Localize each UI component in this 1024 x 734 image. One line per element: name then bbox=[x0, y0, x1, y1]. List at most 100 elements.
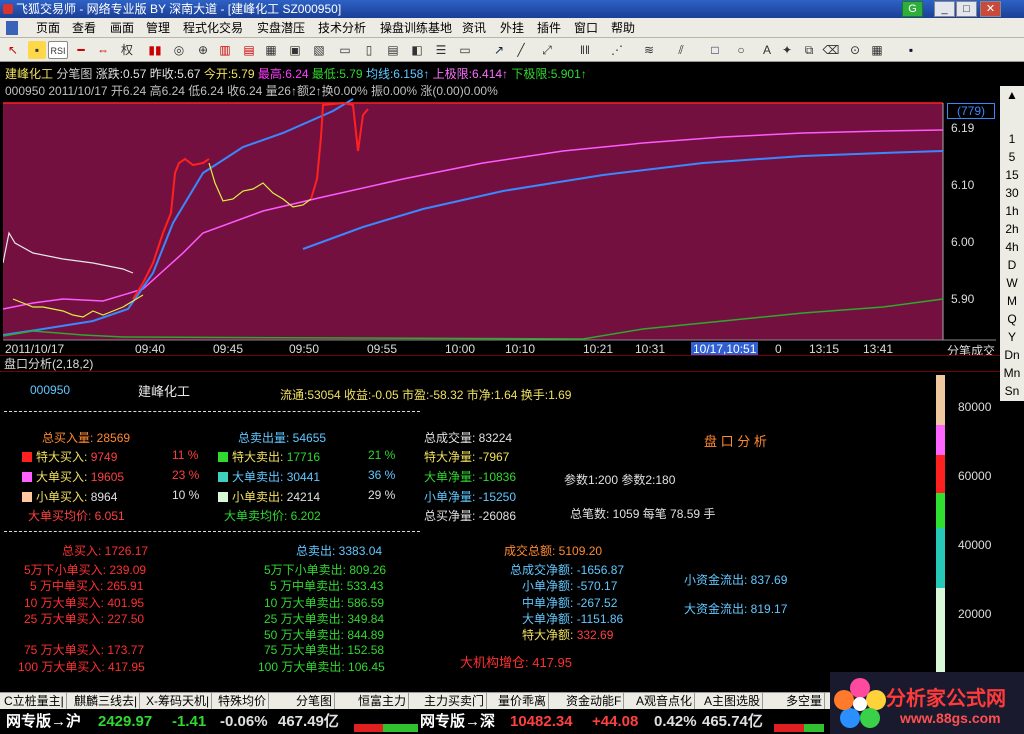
menu-manage[interactable]: 管理 bbox=[146, 18, 170, 38]
tab-indicator[interactable]: A观音点化 bbox=[634, 693, 696, 709]
split-icon[interactable]: ◧ bbox=[408, 41, 426, 59]
scroll-up-icon[interactable]: ▲ bbox=[1000, 88, 1024, 102]
quan-button[interactable]: 权 bbox=[118, 41, 136, 59]
menu-tech-analysis[interactable]: 技术分析 bbox=[318, 18, 366, 38]
sz-percent: 0.42% bbox=[654, 713, 697, 730]
vol-huge-net: 特大净量: -7967 bbox=[424, 450, 510, 464]
period-1[interactable]: 1 bbox=[1000, 132, 1024, 146]
price-lines bbox=[3, 98, 996, 341]
list-icon[interactable]: ☰ bbox=[432, 41, 450, 59]
color-icon[interactable]: ▦ bbox=[868, 41, 886, 59]
period-w[interactable]: W bbox=[1000, 276, 1024, 290]
menu-view[interactable]: 查看 bbox=[72, 18, 96, 38]
cursor-icon[interactable]: ↖ bbox=[4, 41, 22, 59]
layout-icon[interactable]: ▧ bbox=[310, 41, 328, 59]
range-icon[interactable]: ⇔ bbox=[94, 41, 112, 59]
tab-indicator[interactable]: 主力买卖门 bbox=[422, 693, 488, 709]
menu-plugins[interactable]: 插件 bbox=[537, 18, 561, 38]
panel-icon[interactable]: ▯ bbox=[360, 41, 378, 59]
buy-row-1: 特大买入: 9749 bbox=[22, 448, 117, 465]
stock-code: 000950 bbox=[30, 383, 71, 397]
intraday-chart[interactable]: 建峰化工 分笔图 涨跌:0.57 昨收:5.67 今开:5.79 最高:6.24… bbox=[3, 63, 996, 358]
close-button[interactable]: ✕ bbox=[980, 1, 1001, 17]
period-q[interactable]: Q bbox=[1000, 312, 1024, 326]
period-30[interactable]: 30 bbox=[1000, 186, 1024, 200]
eraser-icon[interactable]: ⌫ bbox=[822, 41, 840, 59]
minus-icon[interactable]: ━ bbox=[72, 41, 90, 59]
buy-amt-4: 25 万大单买入: 227.50 bbox=[24, 612, 145, 626]
menu-info[interactable]: 资讯 bbox=[462, 18, 486, 38]
magnet-icon[interactable]: ⊙ bbox=[846, 41, 864, 59]
lock-icon[interactable]: ▪ bbox=[28, 41, 46, 59]
candle-icon[interactable]: ▥ bbox=[216, 41, 234, 59]
fib-icon[interactable]: ≋ bbox=[640, 41, 658, 59]
maximize-button[interactable]: □ bbox=[956, 1, 977, 17]
period-mn[interactable]: Mn bbox=[1000, 366, 1024, 380]
buy-amt-1: 5万下小单买入: 239.09 bbox=[24, 563, 147, 577]
tab-indicator[interactable]: A主图选股 bbox=[702, 693, 764, 709]
save-icon[interactable]: ▪ bbox=[902, 41, 920, 59]
menu-real-trade[interactable]: 实盘潜压 bbox=[257, 18, 305, 38]
menu-plugin-ext[interactable]: 外挂 bbox=[500, 18, 524, 38]
line-draw-icon[interactable]: ╱ bbox=[512, 41, 530, 59]
menu-program-trade[interactable]: 程式化交易 bbox=[183, 18, 243, 38]
sell-amt-7: 100 万大单卖出: 106.45 bbox=[258, 660, 385, 674]
copy-icon[interactable]: ⧉ bbox=[800, 41, 818, 59]
period-2h[interactable]: 2h bbox=[1000, 222, 1024, 236]
calendar-icon[interactable]: ▣ bbox=[286, 41, 304, 59]
chart-type-icon[interactable]: ▤ bbox=[240, 41, 258, 59]
tab-indicator[interactable]: C立桩量主| bbox=[2, 693, 67, 709]
menu-screen[interactable]: 画面 bbox=[110, 18, 134, 38]
vertical-lines-icon[interactable]: ‖‖ bbox=[576, 41, 594, 59]
tab-indicator[interactable]: 恒富主力 bbox=[356, 693, 410, 709]
table-icon[interactable]: ▤ bbox=[384, 41, 402, 59]
channel-icon[interactable]: ⫽ bbox=[672, 41, 690, 59]
tab-indicator[interactable]: 分笔图 bbox=[294, 693, 336, 709]
tab-indicator[interactable]: 量价乖离 bbox=[496, 693, 550, 709]
tab-indicator[interactable]: 资金动能F bbox=[564, 693, 625, 709]
tab-indicator[interactable]: 多空量 bbox=[784, 693, 826, 709]
g-icon[interactable]: G bbox=[902, 1, 923, 17]
bars-icon[interactable]: ▮▮ bbox=[146, 41, 164, 59]
rect-icon[interactable]: □ bbox=[706, 41, 724, 59]
window-icon[interactable]: ▭ bbox=[336, 41, 354, 59]
period-sn[interactable]: Sn bbox=[1000, 384, 1024, 398]
period-d[interactable]: D bbox=[1000, 258, 1024, 272]
buy-pct-2: 23 % bbox=[172, 468, 200, 482]
period-4h[interactable]: 4h bbox=[1000, 240, 1024, 254]
grid-icon[interactable]: ▦ bbox=[262, 41, 280, 59]
sell-amt-1: 5万下小单卖出: 809.26 bbox=[264, 563, 387, 577]
sell-pct-1: 21 % bbox=[368, 448, 396, 462]
period-5[interactable]: 5 bbox=[1000, 150, 1024, 164]
tab-indicator[interactable]: 特殊均价 bbox=[216, 693, 270, 709]
menu-help[interactable]: 帮助 bbox=[611, 18, 635, 38]
toolbar: ↖ ▪ RSI ━ ⇔ 权 ▮▮ ◎ ⊕ ▥ ▤ ▦ ▣ ▧ ▭ ▯ ▤ ◧ ☰… bbox=[0, 38, 1024, 62]
buy-amt-2: 5 万中单买入: 265.91 bbox=[30, 579, 144, 593]
ellipse-icon[interactable]: ○ bbox=[732, 41, 750, 59]
period-m[interactable]: M bbox=[1000, 294, 1024, 308]
net-3: 中单净额: -267.52 bbox=[522, 596, 618, 610]
trend-icon[interactable]: ⤢ bbox=[538, 41, 556, 59]
period-dn[interactable]: Dn bbox=[1000, 348, 1024, 362]
sell-amt-6: 75 万大单卖出: 152.58 bbox=[264, 643, 385, 657]
arrow-draw-icon[interactable]: ↗ bbox=[490, 41, 508, 59]
period-1h[interactable]: 1h bbox=[1000, 204, 1024, 218]
tab-indicator[interactable]: X-筹码天机| bbox=[144, 693, 213, 709]
total-buy: 总买入: 1726.17 bbox=[62, 544, 149, 558]
period-15[interactable]: 15 bbox=[1000, 168, 1024, 182]
zoom-icon[interactable]: ⊕ bbox=[194, 41, 212, 59]
rsi-button[interactable]: RSI bbox=[48, 41, 68, 59]
minimize-button[interactable]: _ bbox=[934, 1, 955, 17]
text-icon[interactable]: A bbox=[758, 41, 776, 59]
screen-icon[interactable]: ▭ bbox=[456, 41, 474, 59]
menu-training[interactable]: 操盘训练基地 bbox=[380, 18, 452, 38]
tab-indicator[interactable]: 麒麟三线去| bbox=[72, 693, 141, 709]
glasses-icon[interactable]: ◎ bbox=[170, 41, 188, 59]
sh-percent: -0.06% bbox=[220, 713, 268, 730]
menu-page[interactable]: 页面 bbox=[36, 18, 60, 38]
mark-icon[interactable]: ✦ bbox=[778, 41, 796, 59]
doc-icon[interactable] bbox=[6, 21, 18, 35]
period-y[interactable]: Y bbox=[1000, 330, 1024, 344]
fan-icon[interactable]: ⋰ bbox=[608, 41, 626, 59]
menu-window[interactable]: 窗口 bbox=[574, 18, 598, 38]
